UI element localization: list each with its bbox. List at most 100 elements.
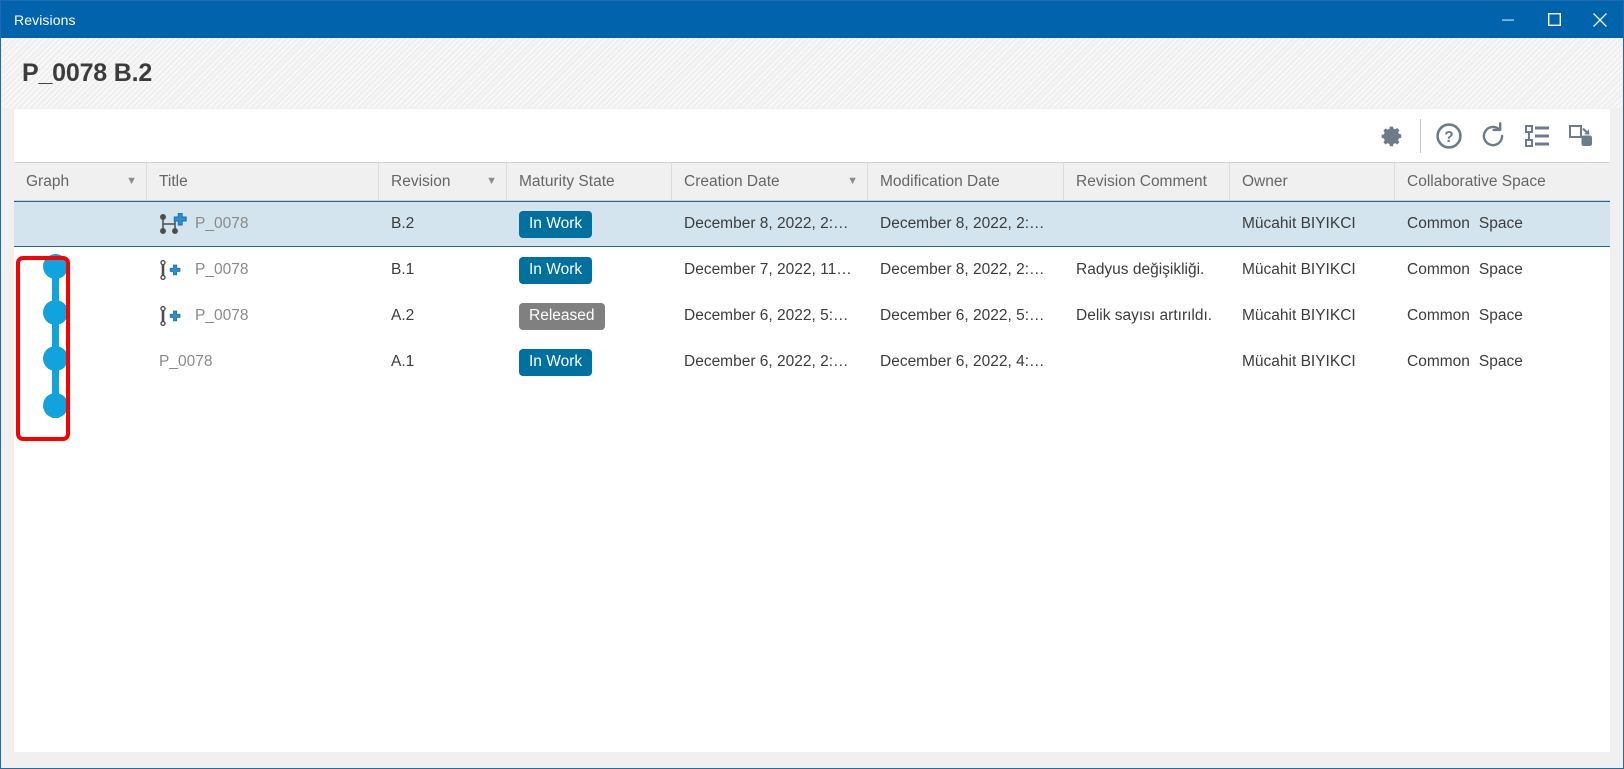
cell-title[interactable]: P_0078 [147, 339, 379, 385]
maximize-button[interactable] [1531, 1, 1577, 38]
cell-revision-comment [1064, 339, 1230, 385]
column-label-maturity-state: Maturity State [519, 172, 615, 190]
cell-owner: Mücahit BIYIKCI [1242, 307, 1356, 324]
help-icon[interactable]: ? [1427, 114, 1471, 158]
minimize-button[interactable] [1485, 1, 1531, 38]
title-text: P_0078 [195, 215, 249, 232]
graph-node[interactable] [43, 393, 68, 418]
collaborative-space-name: Space [1478, 215, 1523, 232]
cell-maturity-state: In Work [507, 339, 672, 385]
cell-maturity-state: Released [507, 293, 672, 339]
title-text: P_0078 [159, 353, 213, 370]
column-label-graph: Graph [26, 172, 70, 190]
page-title: P_0078 B.2 [22, 59, 153, 87]
status-badge: Released [519, 302, 605, 330]
status-badge: In Work [519, 256, 593, 284]
title-text: P_0078 [195, 261, 249, 278]
column-header-title[interactable]: Title [147, 163, 379, 200]
cell-title[interactable]: P_0078 [147, 293, 379, 339]
close-button[interactable] [1577, 1, 1623, 38]
column-label-title: Title [159, 172, 188, 190]
svg-text:?: ? [1444, 129, 1453, 146]
collaborative-space-scope: Common [1407, 353, 1470, 370]
table-header-row: Graph ▼ Title Revision ▼ Maturity State … [14, 162, 1610, 201]
column-label-collaborative-space: Collaborative Space [1407, 172, 1546, 190]
tree-list-icon[interactable] [1515, 114, 1559, 158]
column-header-graph[interactable]: Graph ▼ [14, 163, 147, 200]
column-header-modification-date[interactable]: Modification Date [868, 163, 1064, 200]
cell-title[interactable]: P_0078 [147, 247, 379, 293]
cell-revision-comment: Delik sayısı artırıldı. [1076, 307, 1213, 324]
column-header-maturity-state[interactable]: Maturity State [507, 163, 672, 200]
column-label-revision: Revision [391, 172, 451, 190]
cell-creation-date: December 7, 2022, 11… [684, 261, 852, 278]
cell-maturity-state: In Work [507, 247, 672, 293]
cell-revision: A.2 [391, 307, 415, 324]
column-label-revision-comment: Revision Comment [1076, 172, 1207, 190]
status-badge: In Work [519, 348, 593, 376]
cell-maturity-state: In Work [507, 202, 672, 246]
cell-owner: Mücahit BIYIKCI [1242, 353, 1356, 370]
cell-title[interactable]: P_0078 [147, 202, 379, 246]
cell-owner: Mücahit BIYIKCI [1242, 215, 1356, 232]
cell-collaborative-space: Common Space [1395, 339, 1610, 385]
revisions-window: Revisions P_0078 B.2 ? Graph ▼ Title Rev… [0, 0, 1624, 769]
column-label-owner: Owner [1242, 172, 1288, 190]
column-header-revision-comment[interactable]: Revision Comment [1064, 163, 1230, 200]
bottom-strip [2, 752, 1622, 768]
cell-graph [14, 293, 147, 339]
settings-icon[interactable] [1370, 114, 1414, 158]
restore-down-icon[interactable] [1559, 114, 1603, 158]
cell-revision-comment [1064, 202, 1230, 246]
cell-creation-date: December 6, 2022, 5:… [684, 307, 849, 324]
collaborative-space-scope: Common [1407, 261, 1470, 278]
sort-indicator-graph[interactable]: ▼ [126, 176, 137, 187]
cell-graph [14, 339, 147, 385]
cell-modification-date: December 6, 2022, 4:… [880, 353, 1045, 370]
cell-owner: Mücahit BIYIKCI [1242, 261, 1356, 278]
branch-add-icon [159, 213, 189, 235]
column-header-owner[interactable]: Owner [1230, 163, 1395, 200]
collaborative-space-name: Space [1478, 353, 1523, 370]
revision-add-icon [159, 305, 189, 327]
sort-indicator-creation-date[interactable]: ▼ [847, 176, 858, 187]
refresh-icon[interactable] [1471, 114, 1515, 158]
table-row[interactable]: P_0078 B.1 In Work December 7, 2022, 11… Dec… [14, 247, 1610, 293]
cell-collaborative-space: Common Space [1395, 247, 1610, 293]
cell-creation-date: December 8, 2022, 2:… [684, 215, 849, 232]
cell-graph [14, 247, 147, 293]
content-panel: ? Graph ▼ Title Revision ▼ Maturity Stat… [14, 109, 1610, 752]
cell-modification-date: December 8, 2022, 2:… [880, 261, 1045, 278]
table-body: P_0078 B.2 In Work December 8, 2022, 2:… Dec… [14, 201, 1610, 385]
collaborative-space-scope: Common [1407, 215, 1470, 232]
cell-collaborative-space: Common Space [1395, 202, 1610, 246]
cell-graph [14, 202, 147, 246]
cell-collaborative-space: Common Space [1395, 293, 1610, 339]
column-header-creation-date[interactable]: Creation Date ▼ [672, 163, 868, 200]
cell-revision: B.2 [391, 215, 415, 232]
cell-revision-comment: Radyus değişikliği. [1076, 261, 1205, 278]
header-band: P_0078 B.2 [2, 38, 1622, 108]
window-titlebar: Revisions [1, 1, 1623, 38]
collaborative-space-name: Space [1478, 307, 1523, 324]
title-text: P_0078 [195, 307, 249, 324]
status-badge: In Work [519, 210, 593, 238]
table-row[interactable]: P_0078 A.1 In Work December 6, 2022, 2:… Dec… [14, 339, 1610, 385]
column-header-revision[interactable]: Revision ▼ [379, 163, 507, 200]
sort-indicator-revision[interactable]: ▼ [486, 176, 497, 187]
window-title: Revisions [14, 11, 76, 28]
table-row[interactable]: P_0078 A.2 Released December 6, 2022, 5:… De… [14, 293, 1610, 339]
cell-modification-date: December 8, 2022, 2:… [880, 215, 1045, 232]
collaborative-space-scope: Common [1407, 307, 1470, 324]
toolbar: ? [14, 109, 1610, 162]
cell-revision: A.1 [391, 353, 415, 370]
revision-add-icon [159, 259, 189, 281]
column-label-modification-date: Modification Date [880, 172, 1000, 190]
column-label-creation-date: Creation Date [684, 172, 780, 190]
table-row[interactable]: P_0078 B.2 In Work December 8, 2022, 2:… Dec… [14, 201, 1610, 247]
collaborative-space-name: Space [1478, 261, 1523, 278]
column-header-collaborative-space[interactable]: Collaborative Space [1395, 163, 1610, 200]
toolbar-separator [1420, 118, 1421, 153]
revisions-table: Graph ▼ Title Revision ▼ Maturity State … [14, 162, 1610, 441]
cell-creation-date: December 6, 2022, 2:… [684, 353, 849, 370]
